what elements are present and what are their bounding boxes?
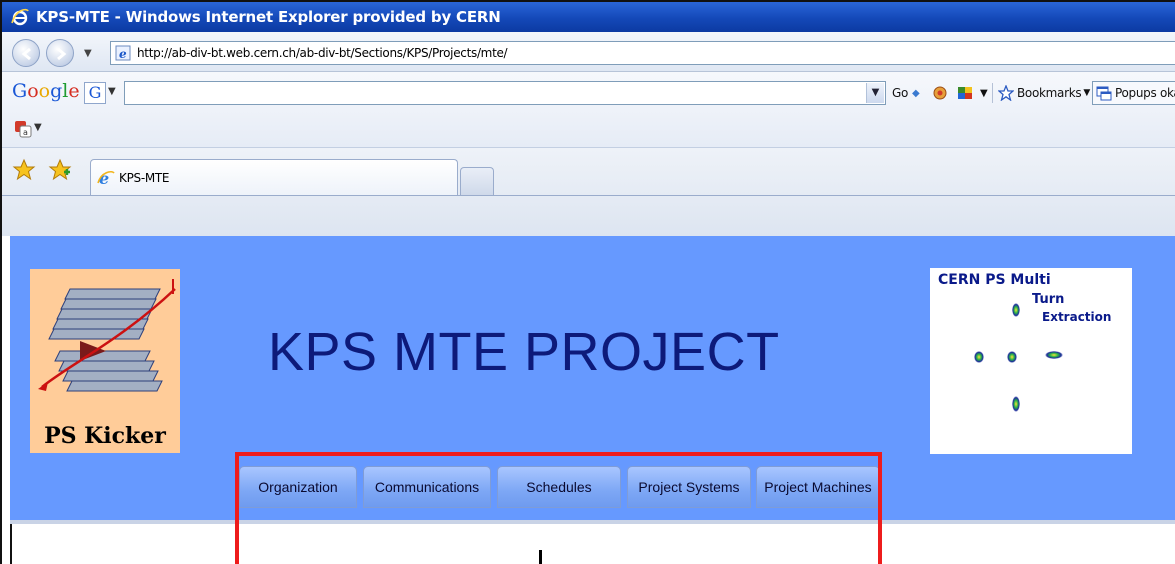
- forward-button[interactable]: [46, 39, 74, 67]
- extensions-button[interactable]: ▼: [957, 81, 988, 105]
- go-button[interactable]: Go ◆: [892, 81, 920, 105]
- tab-label: KPS-MTE: [119, 170, 170, 185]
- extensions-dropdown-icon: ▼: [980, 87, 988, 99]
- tab-divider: [2, 195, 1175, 196]
- internet-explorer-icon: [11, 8, 29, 26]
- popups-label: Popups okay: [1115, 86, 1175, 100]
- beam-islands-icon: [974, 303, 1063, 412]
- add-favorite-icon[interactable]: [48, 158, 72, 182]
- tab-bar: e KPS-MTE: [2, 148, 1175, 236]
- svg-text:a: a: [23, 128, 28, 137]
- cern-ps-mte-logo: CERN PS Multi Turn Extraction: [930, 268, 1132, 454]
- favorites-star-icon[interactable]: [12, 158, 36, 182]
- address-toolbar: ▼ e http://ab-div-bt.web.cern.ch/ab-div-…: [2, 32, 1175, 72]
- kicker-magnet-icon: [38, 279, 176, 392]
- forward-arrow-icon: [57, 47, 67, 61]
- ie-tab-icon: e: [97, 169, 115, 187]
- back-arrow-icon: [21, 47, 31, 61]
- page-title: KPS MTE PROJECT: [268, 322, 780, 382]
- translate-icon[interactable]: a: [14, 120, 32, 138]
- bookmarks-label: Bookmarks: [1017, 86, 1082, 100]
- search-history-dropdown-icon[interactable]: ▼: [866, 83, 884, 103]
- recent-pages-dropdown-icon[interactable]: ▼: [84, 48, 92, 59]
- news-icon: [933, 86, 947, 100]
- ps-kicker-logo-text: PS Kicker: [44, 423, 166, 449]
- go-arrows-icon: ◆: [912, 87, 920, 99]
- browser-window: KPS-MTE - Windows Internet Explorer prov…: [0, 0, 1175, 564]
- google-menu-button[interactable]: G: [84, 82, 106, 104]
- window-title: KPS-MTE - Windows Internet Explorer prov…: [36, 8, 501, 26]
- ps-kicker-logo: PS Kicker: [30, 269, 180, 453]
- window-titlebar: KPS-MTE - Windows Internet Explorer prov…: [2, 2, 1175, 32]
- google-search-input[interactable]: [124, 81, 886, 105]
- go-label: Go: [892, 86, 909, 100]
- back-button[interactable]: [12, 39, 40, 67]
- address-field[interactable]: e http://ab-div-bt.web.cern.ch/ab-div-bt…: [110, 41, 1175, 65]
- bookmarks-dropdown-icon: ▼: [1083, 88, 1090, 98]
- tab-kps-mte[interactable]: e KPS-MTE: [90, 159, 458, 195]
- ie-page-icon: e: [115, 45, 131, 61]
- new-tab-button[interactable]: [460, 167, 494, 195]
- content-left-border: [10, 524, 12, 564]
- google-menu-dropdown-icon[interactable]: ▼: [108, 86, 116, 97]
- google-logo[interactable]: Google: [12, 80, 80, 102]
- puzzle-icon: [958, 87, 972, 99]
- popup-window-icon: [1096, 86, 1112, 101]
- annotation-highlight-box: [235, 452, 882, 564]
- svg-text:e: e: [119, 47, 127, 61]
- popup-blocker-button[interactable]: Popups okay: [1092, 81, 1175, 105]
- translate-dropdown-icon[interactable]: ▼: [34, 122, 42, 133]
- toolbar-separator: [992, 83, 993, 103]
- news-button[interactable]: [932, 81, 951, 105]
- bookmarks-button[interactable]: Bookmarks ▼: [998, 81, 1090, 105]
- web-page: PS Kicker KPS MTE PROJECT CERN PS Multi …: [2, 236, 1175, 564]
- star-icon: [998, 85, 1014, 101]
- google-toolbar: Google G ▼ ▼ Go ◆ ▼ Bookmarks ▼ Popups o…: [2, 72, 1175, 148]
- url-text: http://ab-div-bt.web.cern.ch/ab-div-bt/S…: [137, 46, 508, 60]
